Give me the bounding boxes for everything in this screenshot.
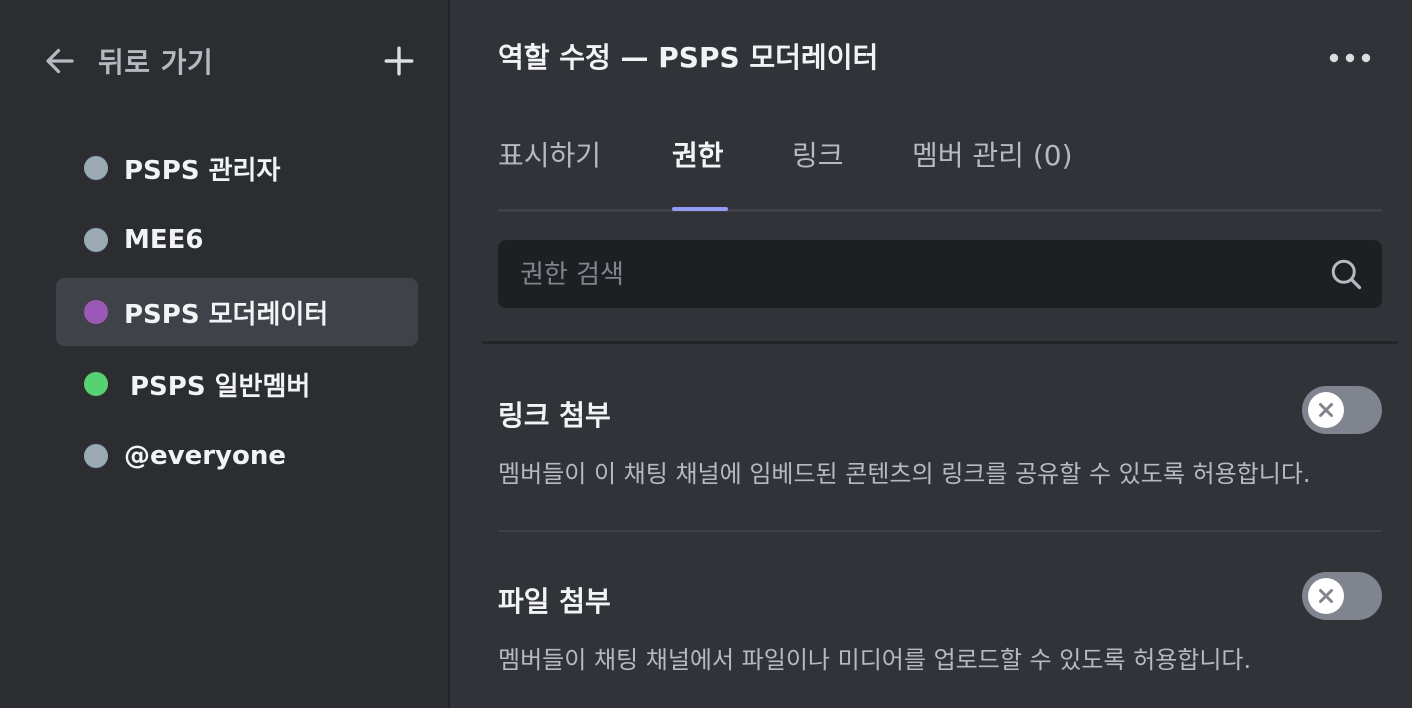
toggle-knob (1308, 392, 1344, 428)
search-icon[interactable] (1328, 256, 1364, 292)
permission-description: 멤버들이 이 채팅 채널에 임베드된 콘텐츠의 링크를 공유할 수 있도록 허용… (498, 460, 1311, 488)
role-name: MEE6 (124, 225, 204, 255)
permission-search-input[interactable] (518, 240, 1322, 310)
permission-search (498, 240, 1382, 310)
role-color-dot (84, 372, 108, 396)
tab-permissions[interactable]: 권한 (672, 134, 724, 210)
roles-sidebar: 뒤로 가기 PSPS 관리자 MEE6 PSPS 모더레이터 PSPS 일반멤버 (0, 0, 450, 708)
role-name: PSPS 모더레이터 (124, 299, 329, 330)
role-name: @everyone (124, 441, 286, 471)
role-item-psps-moderator[interactable]: PSPS 모더레이터 (56, 278, 418, 346)
permission-title: 링크 첨부 (498, 399, 611, 432)
embed-links-toggle[interactable] (1302, 386, 1382, 434)
attach-files-toggle[interactable] (1302, 572, 1382, 620)
back-button[interactable]: 뒤로 가기 (42, 41, 213, 81)
active-tab-indicator (672, 207, 728, 211)
permission-divider (498, 530, 1382, 532)
role-color-dot (84, 300, 108, 324)
sidebar-header: 뒤로 가기 (42, 38, 416, 84)
toggle-knob (1308, 578, 1344, 614)
permission-title: 파일 첨부 (498, 585, 611, 618)
page-title: 역할 수정 — PSPS 모더레이터 (498, 41, 879, 74)
x-icon (1319, 403, 1333, 417)
role-edit-panel: 역할 수정 — PSPS 모더레이터 표시하기 권한 링크 멤버 관리 (0) … (450, 0, 1412, 708)
arrow-left-icon (46, 48, 74, 74)
tab-manage-members[interactable]: 멤버 관리 (0) (912, 134, 1073, 210)
permission-description: 멤버들이 채팅 채널에서 파일이나 미디어를 업로드할 수 있도록 허용합니다. (498, 646, 1252, 674)
role-item-psps-member[interactable]: PSPS 일반멤버 (56, 350, 418, 418)
role-name: PSPS 관리자 (124, 155, 281, 186)
role-color-dot (84, 156, 108, 180)
back-label: 뒤로 가기 (98, 46, 214, 79)
role-name: PSPS 일반멤버 (130, 371, 311, 402)
x-icon (1319, 589, 1333, 603)
plus-icon[interactable] (382, 44, 416, 78)
role-list: PSPS 관리자 MEE6 PSPS 모더레이터 PSPS 일반멤버 @ever… (56, 134, 418, 494)
section-divider (482, 341, 1398, 344)
tab-display[interactable]: 표시하기 (498, 134, 601, 210)
role-item-mee6[interactable]: MEE6 (56, 206, 418, 274)
tab-links[interactable]: 링크 (792, 134, 844, 210)
role-settings-window: 뒤로 가기 PSPS 관리자 MEE6 PSPS 모더레이터 PSPS 일반멤버 (0, 0, 1412, 708)
tab-bar: 표시하기 권한 링크 멤버 관리 (0) (498, 130, 1382, 212)
more-horizontal-icon[interactable] (1326, 46, 1374, 70)
role-item-everyone[interactable]: @everyone (56, 422, 418, 490)
role-color-dot (84, 444, 108, 468)
role-color-dot (84, 228, 108, 252)
role-item-psps-admin[interactable]: PSPS 관리자 (56, 134, 418, 202)
